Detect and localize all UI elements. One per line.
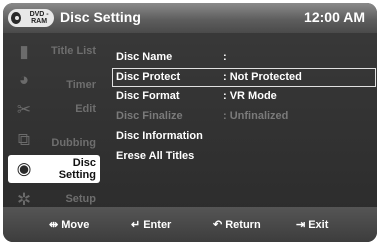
enter-icon: ↵ — [131, 219, 141, 231]
sidebar-item-edit[interactable]: ✂ Edit — [8, 97, 100, 123]
sidebar-item-label: Disc Setting — [58, 157, 96, 181]
disc-type-label: DVD -RAM — [29, 11, 49, 25]
app-window: DVD -RAM Disc Setting 12:00 AM ▮ Title L… — [0, 0, 380, 245]
hint-return: ↶ Return — [213, 219, 261, 231]
sidebar-item-label: Title List — [50, 45, 96, 57]
disc-icon — [11, 12, 22, 24]
menu-item-label: Disc Protect — [116, 71, 181, 83]
menu-item-disc-protect[interactable]: Disc Protect : Not Protected — [112, 68, 376, 87]
sidebar-item-title-list[interactable]: ▮ Title List — [8, 39, 100, 65]
hint-enter: ↵ Enter — [131, 219, 172, 231]
title-bar: DVD -RAM Disc Setting 12:00 AM — [3, 3, 377, 33]
sidebar-item-dubbing[interactable]: ⧉ Dubbing — [8, 127, 100, 153]
dubbing-icon: ⧉ — [17, 130, 31, 149]
menu-item-value: : — [223, 51, 227, 63]
clock-icon: ◕ — [18, 70, 30, 89]
menu-item-value: : Not Protected — [223, 71, 302, 83]
sidebar-item-timer[interactable]: ◕ Timer — [8, 67, 100, 93]
menu-item-disc-format[interactable]: Disc Format : VR Mode — [113, 88, 375, 105]
clock: 12:00 AM — [304, 9, 365, 25]
sidebar-item-label: Dubbing — [51, 137, 96, 149]
menu-item-label: Erese All Titles — [116, 150, 195, 162]
menu-item-label: Disc Format — [116, 90, 180, 102]
sidebar-item-label: Timer — [66, 79, 96, 91]
key-guide-bar: ⇹ Move ↵ Enter ↶ Return ⇥ Exit — [3, 207, 377, 242]
page-title: Disc Setting — [60, 9, 141, 25]
menu-item-value: : Unfinalized — [223, 110, 289, 122]
sidebar-item-disc-setting[interactable]: ◉ Disc Setting — [8, 155, 100, 183]
menu-item-label: Disc Name — [116, 51, 173, 63]
disc-icon: ◉ — [16, 159, 32, 178]
osd-screen: DVD -RAM Disc Setting 12:00 AM ▮ Title L… — [3, 3, 377, 242]
hint-move: ⇹ Move — [49, 219, 90, 231]
menu-item-disc-finalize[interactable]: Disc Finalize : Unfinalized — [113, 108, 375, 125]
return-icon: ↶ — [213, 219, 223, 231]
exit-icon: ⇥ — [296, 219, 306, 231]
menu-item-value: : VR Mode — [223, 90, 277, 102]
menu-item-erase-all-titles[interactable]: Erese All Titles — [113, 148, 375, 165]
menu-item-label: Disc Information — [116, 130, 203, 142]
sidebar: ▮ Title List ◕ Timer ✂ Edit ⧉ Dubbing ◉ … — [3, 33, 103, 209]
hint-exit: ⇥ Exit — [296, 219, 329, 231]
sidebar-item-label: Setup — [65, 193, 96, 205]
menu-item-disc-information[interactable]: Disc Information — [113, 128, 375, 145]
menu-item-label: Disc Finalize — [116, 110, 183, 122]
film-strip-icon: ▮ — [19, 42, 29, 61]
scissors-icon: ✂ — [16, 100, 32, 119]
move-arrows-icon: ⇹ — [49, 219, 59, 231]
disc-type-badge: DVD -RAM — [8, 9, 54, 27]
menu-item-disc-name[interactable]: Disc Name : — [113, 49, 375, 66]
sidebar-item-label: Edit — [75, 103, 96, 115]
